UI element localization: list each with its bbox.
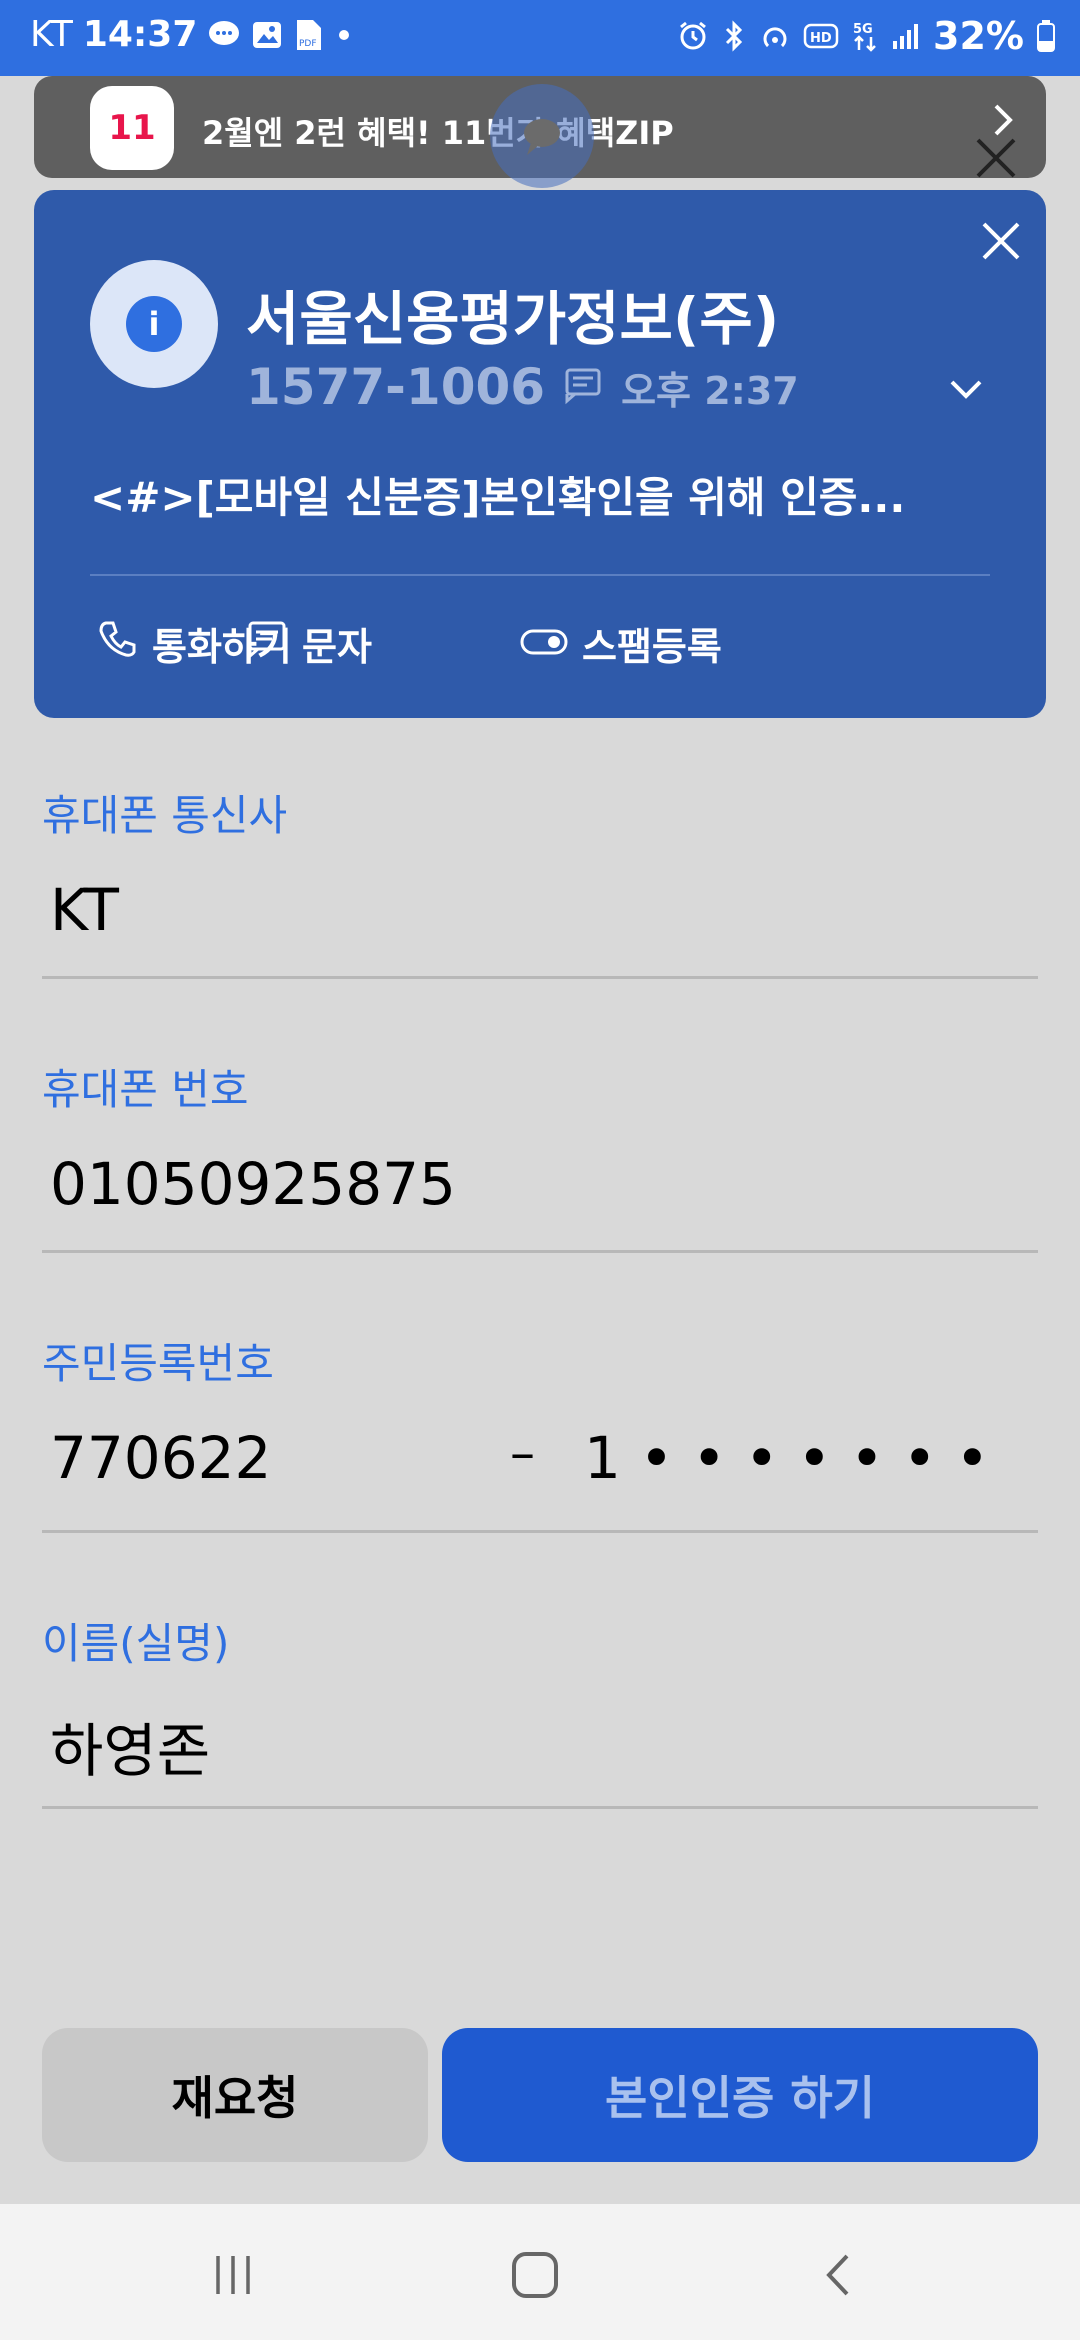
status-right: HD 5G 32% bbox=[677, 14, 1056, 58]
svg-text:HD: HD bbox=[810, 31, 832, 46]
recent-apps-icon[interactable] bbox=[198, 2240, 268, 2310]
5g-icon: 5G bbox=[851, 19, 879, 53]
chat-icon bbox=[207, 18, 241, 52]
caller-avatar: i bbox=[90, 260, 218, 388]
message-button[interactable]: 문자 bbox=[246, 616, 372, 671]
clock: 14:37 bbox=[82, 14, 198, 55]
name-label: 이름(실명) bbox=[42, 1619, 230, 1668]
floating-close-icon[interactable] bbox=[968, 130, 1024, 186]
pdf-icon: PDF bbox=[293, 18, 325, 52]
verify-button[interactable]: 본인인증 하기 bbox=[442, 2028, 1038, 2162]
phone-label: 휴대폰 번호 bbox=[42, 1065, 249, 1114]
phone-icon bbox=[96, 618, 138, 669]
11st-logo: 11 bbox=[90, 86, 174, 170]
alarm-icon bbox=[677, 20, 709, 52]
info-icon: i bbox=[126, 296, 182, 352]
back-icon[interactable] bbox=[804, 2240, 874, 2310]
reissue-button[interactable]: 재요청 bbox=[42, 2028, 428, 2162]
message-label: 문자 bbox=[302, 625, 372, 669]
floating-chat-bubble[interactable] bbox=[490, 84, 594, 188]
spam-button[interactable]: 스팸등록 bbox=[520, 616, 722, 671]
card-divider bbox=[90, 574, 990, 576]
svg-text:PDF: PDF bbox=[299, 39, 317, 49]
toggle-icon bbox=[520, 622, 568, 666]
rrn-dash: – bbox=[510, 1424, 535, 1482]
hotspot-icon bbox=[759, 20, 791, 52]
spam-label: 스팸등록 bbox=[582, 625, 722, 669]
hd-icon: HD bbox=[803, 22, 839, 50]
caller-number: 1577-1006 bbox=[246, 358, 546, 416]
sms-preview[interactable]: <#>[모바일 신분증]본인확인을 위해 인증... bbox=[90, 464, 990, 525]
promo-text: 2월엔 2런 혜택! 11번가 혜택ZIP bbox=[202, 114, 674, 152]
svg-text:5G: 5G bbox=[853, 22, 873, 37]
bluetooth-icon bbox=[721, 20, 747, 52]
gallery-icon bbox=[251, 19, 283, 51]
home-icon[interactable] bbox=[500, 2240, 570, 2310]
battery-percent: 32% bbox=[933, 14, 1024, 58]
divider bbox=[42, 1250, 1038, 1253]
carrier-field[interactable]: KT bbox=[50, 876, 119, 944]
chevron-down-icon[interactable] bbox=[942, 366, 990, 414]
phone-field[interactable]: 01050925875 bbox=[50, 1150, 456, 1218]
carrier-label: KT bbox=[30, 14, 73, 55]
rrn-label: 주민등록번호 bbox=[42, 1339, 274, 1388]
rrn-back-field[interactable]: 1 • • • • • • • bbox=[584, 1424, 989, 1492]
caller-id-card: i 서울신용평가정보(주) 1577-1006 오후 2:37 <#>[모바일 … bbox=[34, 190, 1046, 718]
carrier-label: 휴대폰 통신사 bbox=[42, 791, 288, 840]
signal-icon bbox=[891, 21, 921, 51]
status-bar: KT 14:37 PDF HD 5G 32% bbox=[0, 0, 1080, 76]
rrn-front-field[interactable]: 770622 bbox=[50, 1424, 271, 1492]
dot-icon bbox=[335, 26, 353, 44]
name-field[interactable]: 하영존 bbox=[50, 1704, 210, 1788]
navigation-bar bbox=[0, 2204, 1080, 2340]
divider bbox=[42, 1806, 1038, 1809]
status-left: KT 14:37 PDF bbox=[30, 14, 353, 55]
caller-meta: 1577-1006 오후 2:37 bbox=[246, 358, 799, 416]
battery-icon bbox=[1036, 19, 1056, 53]
divider bbox=[42, 976, 1038, 979]
close-icon[interactable] bbox=[974, 214, 1028, 268]
message-icon bbox=[563, 365, 603, 409]
message-time: 오후 2:37 bbox=[621, 368, 799, 413]
message-icon bbox=[246, 618, 288, 669]
divider bbox=[42, 1530, 1038, 1533]
caller-name: 서울신용평가정보(주) bbox=[246, 285, 780, 353]
